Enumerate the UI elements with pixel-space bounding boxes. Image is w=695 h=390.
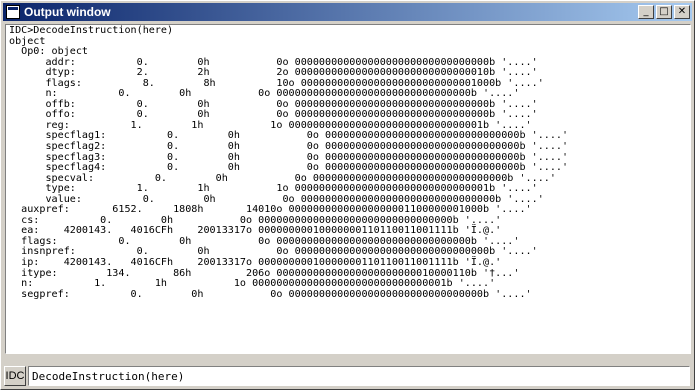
output-window-icon <box>6 5 20 19</box>
command-bar: IDC <box>3 365 692 387</box>
minimize-button[interactable]: _ <box>638 5 654 19</box>
title-bar[interactable]: Output window _ □ ✕ <box>3 3 692 21</box>
command-input[interactable] <box>28 366 690 386</box>
output-text: IDC>DecodeInstruction(here) object Op0: … <box>9 25 569 300</box>
close-button[interactable]: ✕ <box>674 5 690 19</box>
idc-language-button[interactable]: IDC <box>4 366 26 386</box>
output-pane[interactable]: IDC>DecodeInstruction(here) object Op0: … <box>5 24 691 354</box>
maximize-button[interactable]: □ <box>656 5 672 19</box>
output-window: Output window _ □ ✕ IDC>DecodeInstructio… <box>0 0 695 390</box>
window-title: Output window <box>24 5 111 19</box>
